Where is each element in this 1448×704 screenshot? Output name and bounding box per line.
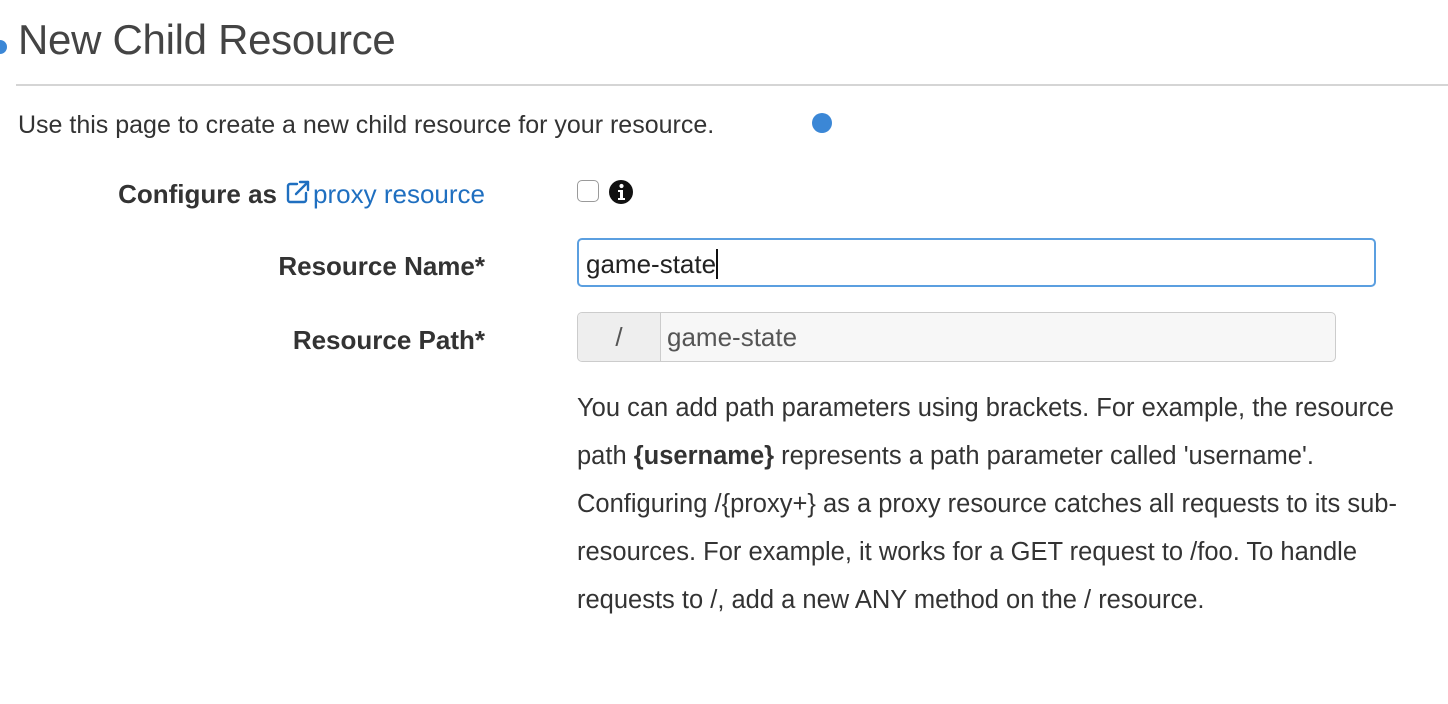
configure-proxy-label: Configure as proxy resource	[118, 177, 485, 213]
proxy-resource-link-text: proxy resource	[313, 179, 485, 209]
resource-path-prefix: /	[578, 313, 661, 361]
info-icon[interactable]	[608, 179, 634, 210]
proxy-resource-link[interactable]: proxy resource	[277, 179, 485, 209]
resource-name-value: game-state	[586, 249, 719, 279]
path-parameter-help-text: You can add path parameters using bracke…	[577, 384, 1427, 624]
title-divider	[16, 84, 1448, 86]
resource-path-value: game-state	[667, 322, 798, 352]
resource-path-label: Resource Path*	[292, 325, 485, 355]
new-child-resource-page: New Child Resource Use this page to crea…	[0, 0, 1448, 704]
external-link-icon	[285, 179, 311, 213]
resource-path-field: / game-state	[577, 312, 1336, 362]
help-text-username-example: {username}	[633, 442, 775, 470]
configure-proxy-label-prefix: Configure as	[118, 179, 278, 209]
page-intro: Use this page to create a new child reso…	[18, 111, 715, 139]
resource-name-value-text: game-state	[586, 249, 717, 279]
proxy-resource-checkbox[interactable]	[577, 180, 599, 202]
help-dot-icon[interactable]	[812, 113, 832, 133]
page-title: New Child Resource	[18, 16, 396, 63]
resource-name-input[interactable]: game-state	[577, 238, 1376, 287]
edge-indicator-icon	[0, 40, 7, 54]
resource-name-label: Resource Name*	[278, 251, 485, 281]
text-caret	[716, 249, 719, 279]
